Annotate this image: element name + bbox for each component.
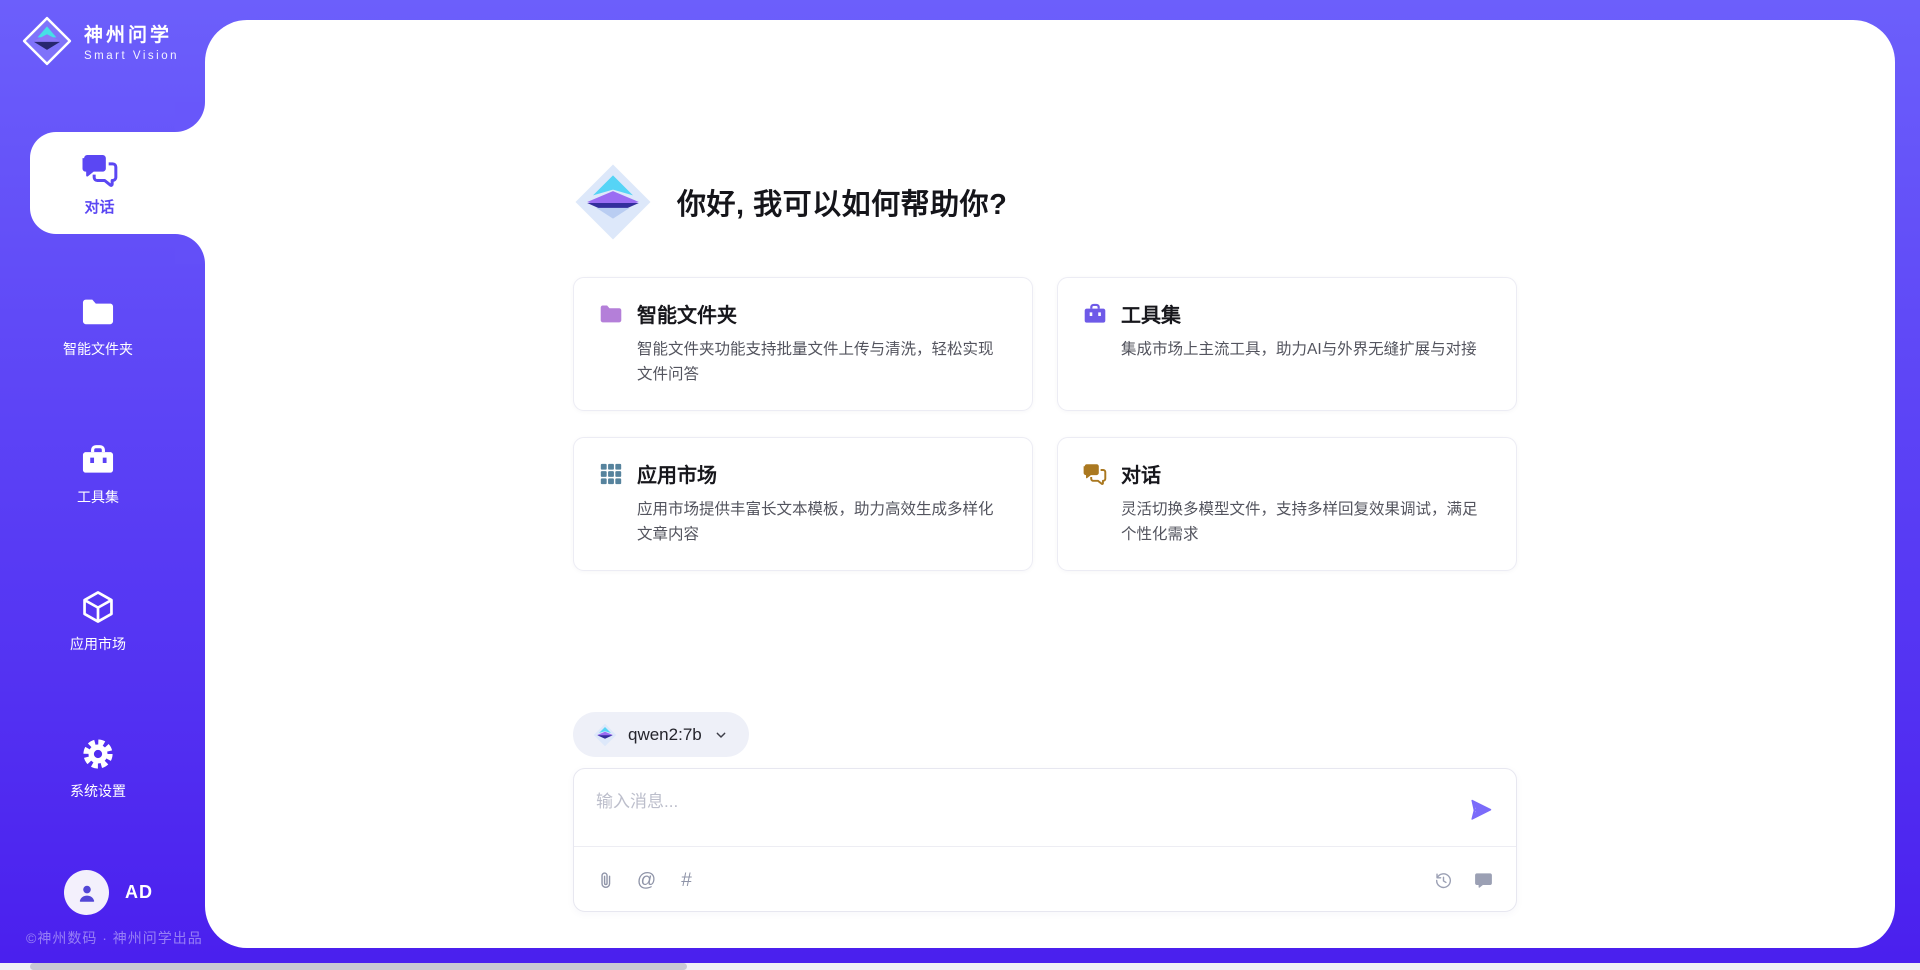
diamond-logo-icon [573, 162, 653, 242]
feature-card-3[interactable]: 对话灵活切换多模型文件，支持多样回复效果调试，满足个性化需求 [1057, 437, 1517, 571]
toolbox-icon [79, 441, 117, 479]
card-header: 应用市场 [598, 459, 1008, 488]
toolbar-right [1433, 870, 1494, 891]
message-composer: @# [573, 768, 1517, 912]
cube-icon [79, 588, 117, 626]
at-icon[interactable]: @ [636, 870, 657, 891]
active-tab-curve-top [175, 102, 205, 132]
sidebar-item-3[interactable]: 应用市场 [48, 588, 148, 654]
card-header: 工具集 [1082, 299, 1492, 328]
card-description: 集成市场上主流工具，助力AI与外界无缝扩展与对接 [1121, 337, 1492, 362]
sidebar-item-label: 对话 [84, 196, 114, 217]
card-title: 对话 [1121, 459, 1161, 488]
card-description: 智能文件夹功能支持批量文件上传与清洗，轻松实现文件问答 [637, 337, 1008, 387]
active-tab-curve-bottom [175, 234, 205, 264]
chat-solid-icon[interactable] [1473, 870, 1494, 891]
feature-card-0[interactable]: 智能文件夹智能文件夹功能支持批量文件上传与清洗，轻松实现文件问答 [573, 277, 1033, 411]
sidebar-footer-text: ©神州数码 · 神州问学出品 [26, 928, 203, 948]
card-header: 智能文件夹 [598, 299, 1008, 328]
folder-icon [79, 293, 117, 331]
model-selector[interactable]: qwen2:7b [573, 712, 749, 757]
sidebar-item-label: 应用市场 [70, 634, 126, 654]
brand-subtitle: Smart Vision [84, 50, 179, 62]
card-title: 智能文件夹 [637, 299, 737, 328]
hash-icon[interactable]: # [676, 870, 697, 891]
sidebar-item-0[interactable]: 对话 [30, 132, 205, 234]
send-icon[interactable] [1468, 797, 1494, 823]
diamond-logo-icon [593, 723, 617, 747]
main-panel: 你好, 我可以如何帮助你? 智能文件夹智能文件夹功能支持批量文件上传与清洗，轻松… [205, 20, 1895, 948]
gear-icon [79, 735, 117, 773]
sidebar-item-4[interactable]: 系统设置 [48, 735, 148, 801]
sidebar-item-label: 系统设置 [70, 781, 126, 801]
user-account[interactable]: AD [64, 870, 153, 915]
chat-icon [80, 150, 120, 190]
brand-name: 神州问学 [84, 20, 179, 47]
card-description: 应用市场提供丰富长文本模板，助力高效生成多样化文章内容 [637, 497, 1008, 547]
greeting-title: 你好, 我可以如何帮助你? [677, 181, 1007, 223]
feature-cards: 智能文件夹智能文件夹功能支持批量文件上传与清洗，轻松实现文件问答工具集集成市场上… [573, 277, 1517, 571]
message-input[interactable] [594, 785, 1458, 841]
card-description: 灵活切换多模型文件，支持多样回复效果调试，满足个性化需求 [1121, 497, 1492, 547]
greeting: 你好, 我可以如何帮助你? [573, 162, 1007, 242]
toolbox-icon [1082, 301, 1108, 327]
chat-icon [1082, 461, 1108, 487]
sidebar-item-1[interactable]: 智能文件夹 [48, 293, 148, 359]
horizontal-scrollbar [0, 963, 1920, 970]
user-name: AD [125, 882, 153, 903]
avatar [64, 870, 109, 915]
paperclip-icon[interactable] [596, 870, 617, 891]
grid-icon [598, 461, 624, 487]
brand-logo: 神州问学 Smart Vision [22, 16, 179, 66]
person-icon [74, 880, 100, 906]
toolbar-left: @# [596, 870, 697, 891]
composer-toolbar: @# [574, 847, 1516, 913]
card-title: 应用市场 [637, 459, 717, 488]
feature-card-1[interactable]: 工具集集成市场上主流工具，助力AI与外界无缝扩展与对接 [1057, 277, 1517, 411]
history-icon[interactable] [1433, 870, 1454, 891]
sidebar-item-label: 工具集 [77, 487, 119, 507]
folder-icon [598, 301, 624, 327]
diamond-logo-icon [22, 16, 72, 66]
sidebar-item-2[interactable]: 工具集 [48, 441, 148, 507]
card-title: 工具集 [1121, 299, 1181, 328]
brand-text: 神州问学 Smart Vision [84, 20, 179, 62]
chevron-down-icon [713, 727, 729, 743]
scrollbar-thumb[interactable] [30, 963, 687, 970]
card-header: 对话 [1082, 459, 1492, 488]
model-name: qwen2:7b [628, 725, 702, 745]
feature-card-2[interactable]: 应用市场应用市场提供丰富长文本模板，助力高效生成多样化文章内容 [573, 437, 1033, 571]
sidebar-item-label: 智能文件夹 [63, 339, 133, 359]
